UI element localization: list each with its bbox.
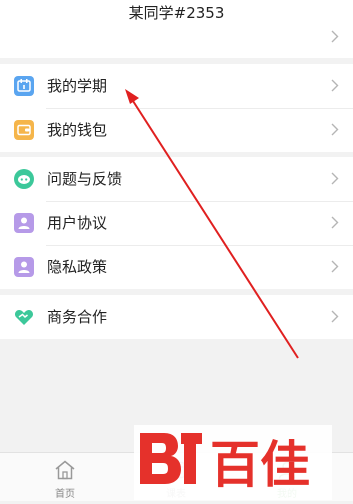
chevron-right-icon bbox=[331, 216, 339, 229]
menu-item-wallet[interactable]: 我的钱包 bbox=[0, 108, 353, 152]
menu-item-feedback[interactable]: 问题与反馈 bbox=[0, 157, 353, 201]
user-icon bbox=[14, 257, 34, 277]
home-icon bbox=[53, 459, 77, 481]
menu-item-label: 我的钱包 bbox=[47, 121, 108, 139]
user-icon bbox=[14, 213, 34, 233]
menu-item-label: 用户协议 bbox=[47, 214, 108, 232]
menu-item-business[interactable]: 商务合作 bbox=[0, 295, 353, 339]
chevron-right-icon bbox=[331, 30, 339, 43]
chevron-right-icon bbox=[331, 310, 339, 323]
menu-group-business: 商务合作 bbox=[0, 295, 353, 339]
tab-home[interactable]: 首页 bbox=[25, 453, 105, 501]
menu-item-semester[interactable]: 我的学期 bbox=[0, 64, 353, 108]
menu-group-account: 我的学期 我的钱包 bbox=[0, 64, 353, 152]
handshake-icon bbox=[14, 307, 34, 327]
chevron-right-icon bbox=[331, 123, 339, 136]
calendar-icon bbox=[14, 76, 34, 96]
chevron-right-icon bbox=[331, 172, 339, 185]
brand-watermark: 百佳 bbox=[134, 425, 332, 500]
menu-item-label: 问题与反馈 bbox=[47, 170, 123, 188]
menu-item-label: 我的学期 bbox=[47, 77, 108, 95]
menu-item-label: 隐私政策 bbox=[47, 258, 108, 276]
menu-item-privacy-policy[interactable]: 隐私政策 bbox=[0, 245, 353, 289]
wallet-icon bbox=[14, 120, 34, 140]
chevron-right-icon bbox=[331, 260, 339, 273]
profile-card[interactable]: 某同学#2353 bbox=[0, 0, 353, 58]
username: 某同学#2353 bbox=[128, 4, 225, 22]
menu-item-user-agreement[interactable]: 用户协议 bbox=[0, 201, 353, 245]
chevron-right-icon bbox=[331, 79, 339, 92]
watermark-text: 百佳 bbox=[210, 436, 310, 494]
baijia-logo-icon: 百佳 bbox=[140, 433, 310, 494]
menu-item-label: 商务合作 bbox=[47, 308, 108, 326]
feedback-icon bbox=[14, 169, 34, 189]
tab-label: 首页 bbox=[55, 489, 75, 500]
menu-group-support: 问题与反馈 用户协议 隐私政策 bbox=[0, 157, 353, 289]
